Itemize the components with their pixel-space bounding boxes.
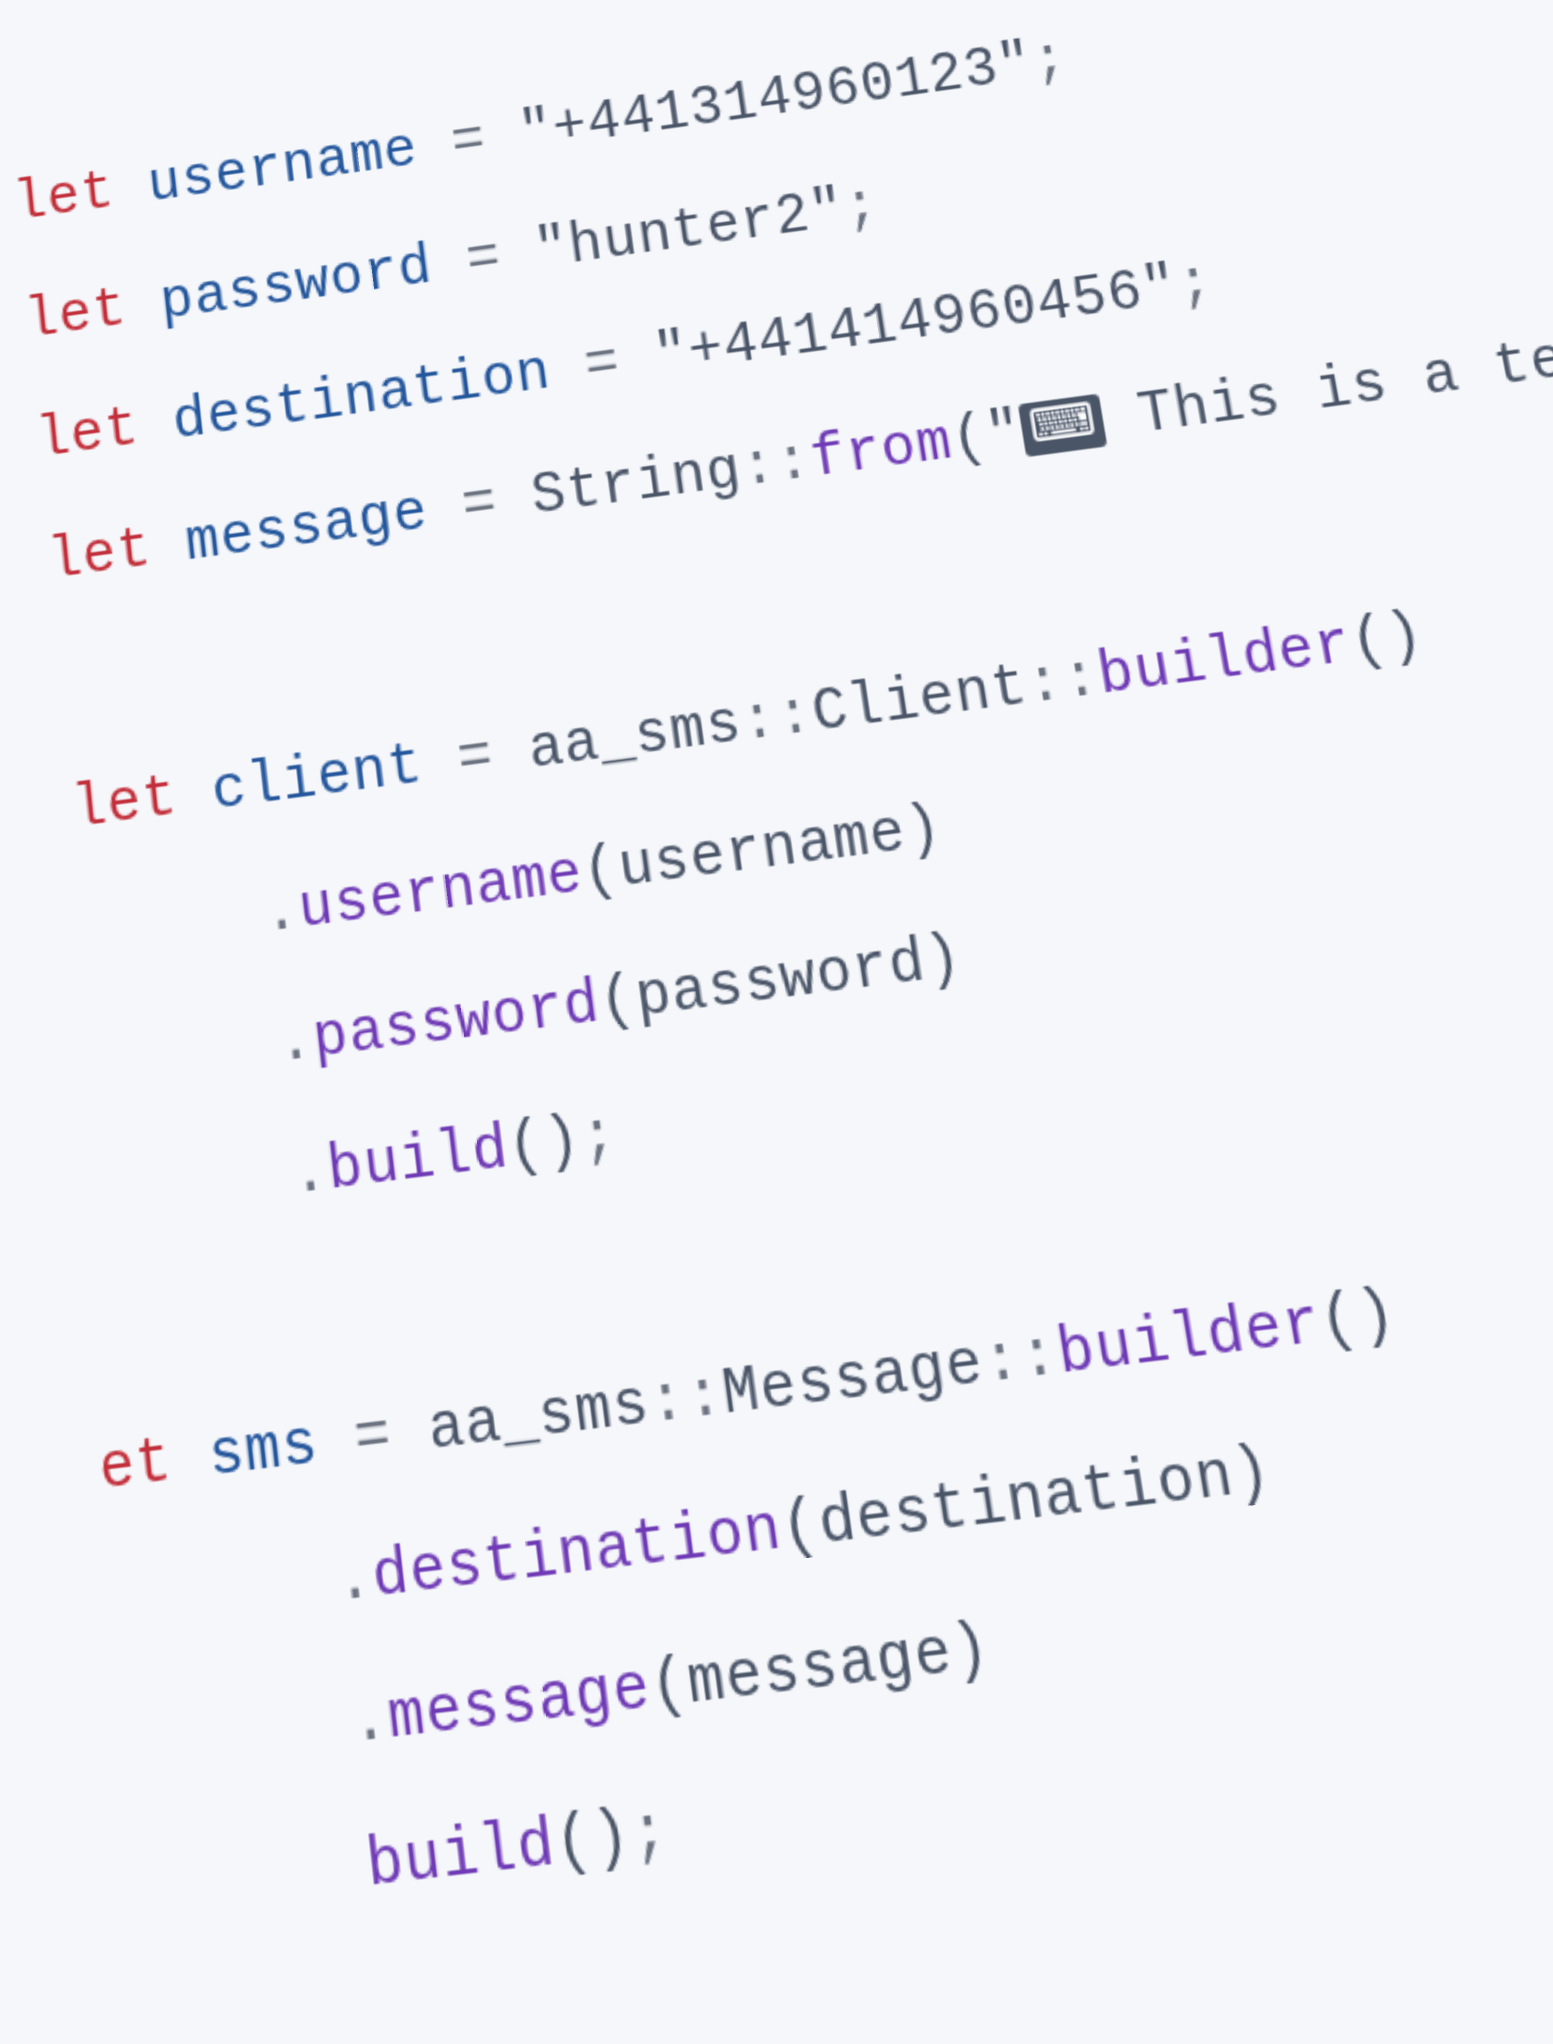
keyword: let: [34, 396, 143, 473]
type-client: Client: [808, 653, 1033, 747]
code-block: let username = "+441314960123"; let pass…: [430, 0, 1553, 1973]
var-username: username: [145, 119, 422, 218]
method-password: password: [309, 969, 604, 1074]
type-message: Message: [718, 1330, 988, 1434]
method-message: message: [384, 1653, 655, 1758]
string-literal: "+441314960123": [516, 33, 1038, 166]
type-string: String: [528, 438, 746, 530]
method-username: username: [295, 840, 587, 944]
keyword: let: [69, 764, 180, 844]
keyword-partial: et: [96, 1428, 176, 1509]
keyword: let: [11, 161, 118, 236]
method-build: build: [363, 1809, 560, 1906]
var-client: client: [209, 732, 427, 826]
keyword: let: [45, 517, 154, 595]
var-destination: destination: [170, 341, 555, 455]
method-builder: builder: [1053, 1289, 1328, 1393]
method-from: from: [807, 410, 957, 493]
var-sms: sms: [205, 1410, 322, 1495]
string-literal: "hunter2": [531, 179, 849, 284]
var-message: message: [182, 480, 431, 576]
keyword: let: [22, 278, 130, 354]
var-password: password: [157, 236, 436, 335]
string-literal: "+441414960456": [650, 255, 1183, 389]
method-build: build: [324, 1114, 513, 1206]
method-builder: builder: [1093, 611, 1357, 710]
keyboard-icon: ⌨: [1018, 393, 1108, 458]
method-destination: destination: [369, 1494, 787, 1616]
